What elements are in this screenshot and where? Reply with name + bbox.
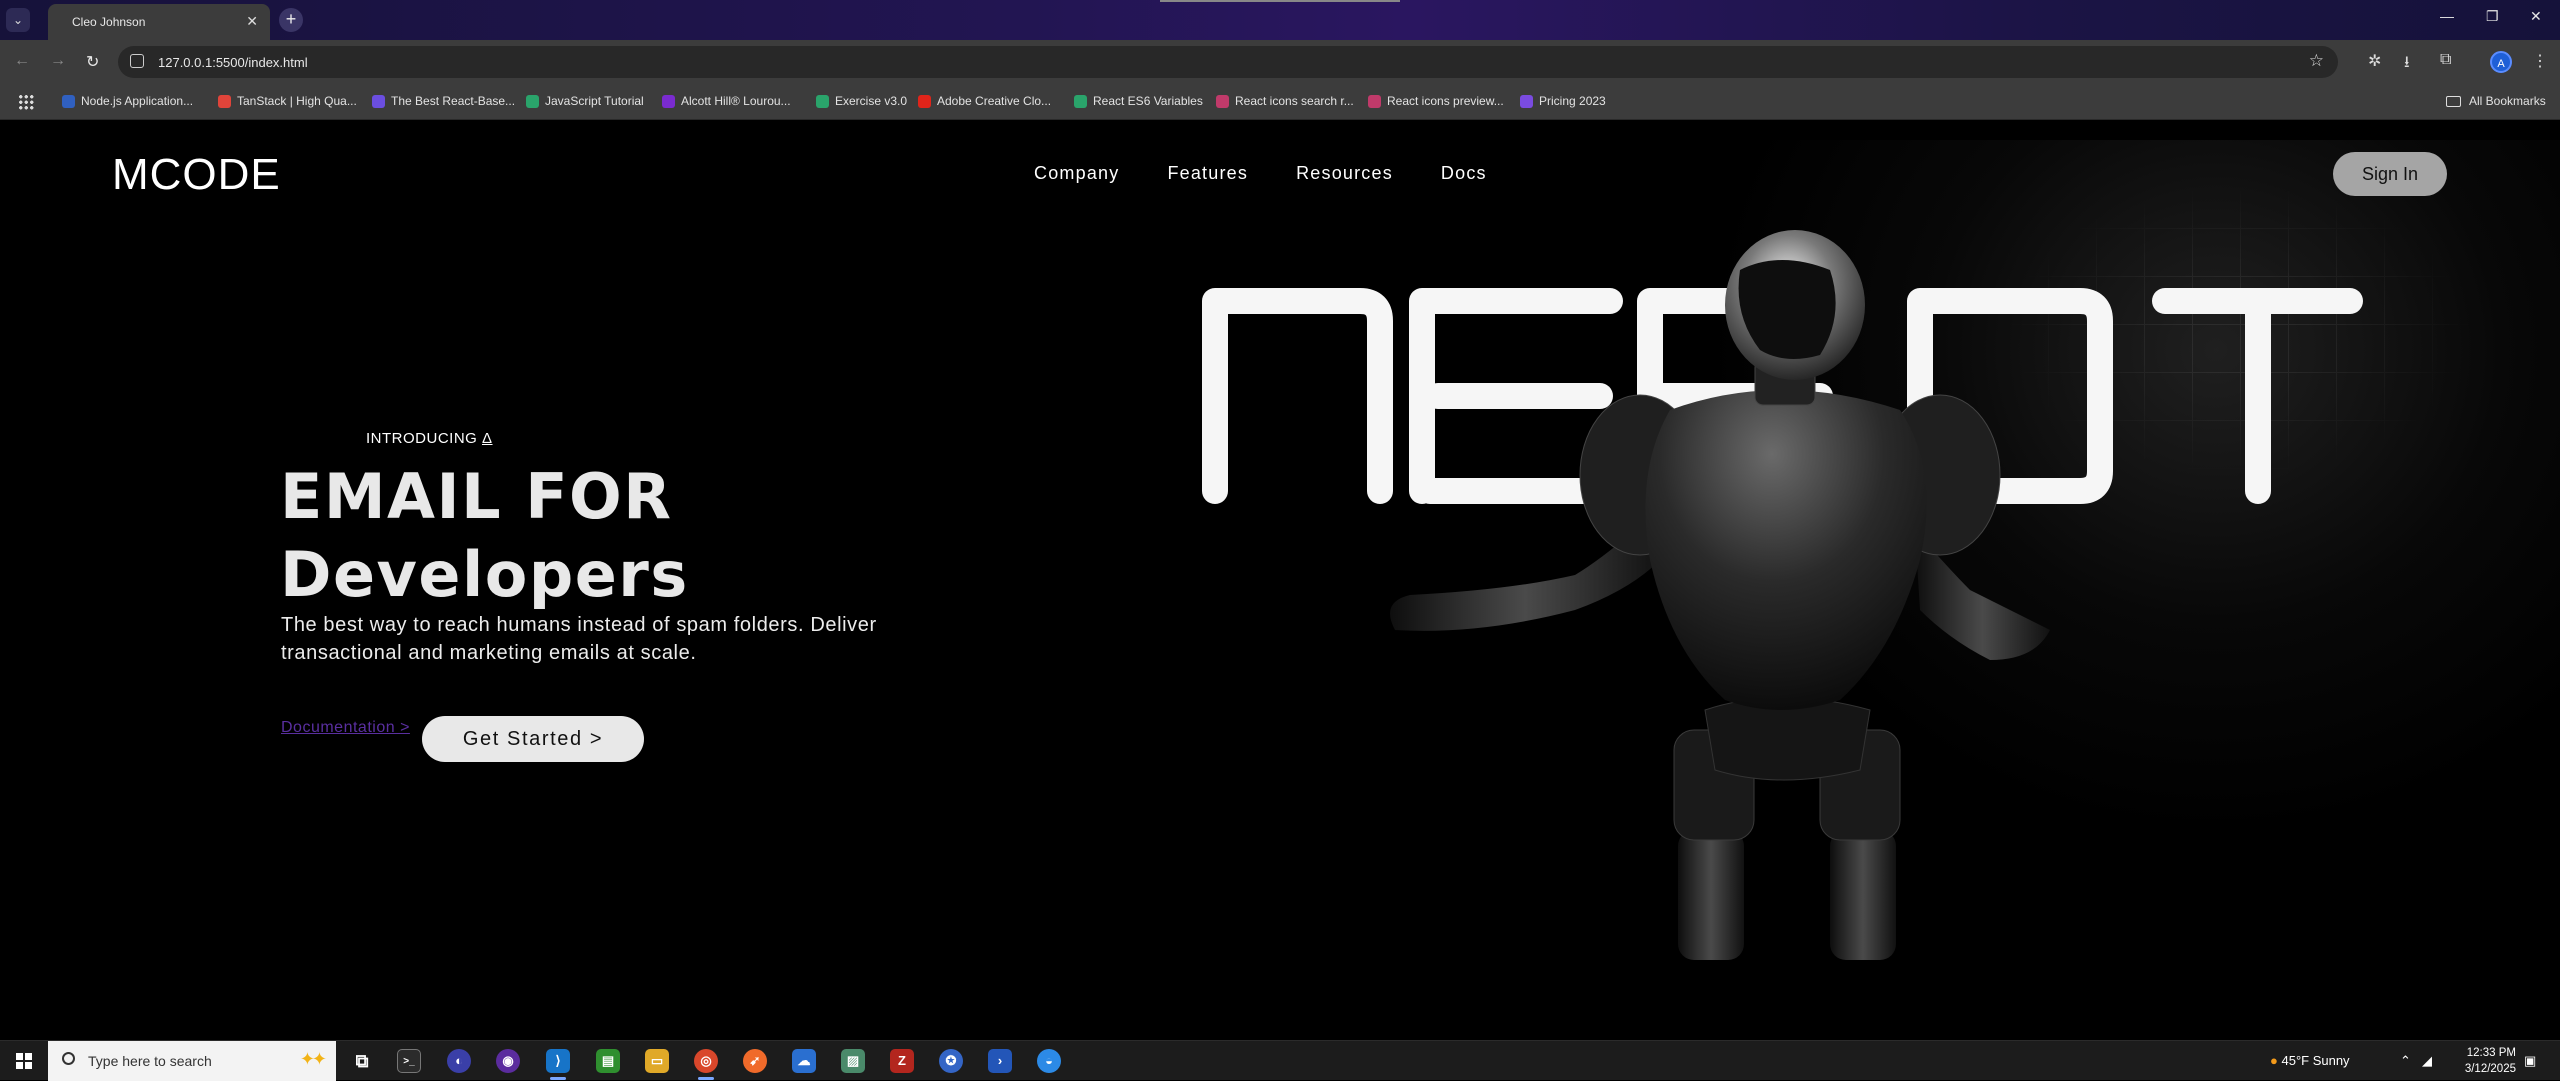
extensions-puzzle-icon[interactable]: ⧉: [2440, 51, 2451, 69]
bookmarks-bar: Node.js Application... TanStack | High Q…: [0, 84, 2560, 120]
address-bar[interactable]: 127.0.0.1:5500/index.html ☆: [118, 46, 2338, 78]
bookmark-favicon-icon: [62, 94, 75, 108]
nav-link-docs[interactable]: Docs: [1441, 163, 1487, 184]
nav-link-features[interactable]: Features: [1167, 163, 1248, 184]
robot-figure: [1390, 230, 2050, 960]
notepad-app-icon[interactable]: ▤: [596, 1049, 620, 1073]
bookmark-item[interactable]: Pricing 2023: [1520, 94, 1606, 108]
bookmark-item[interactable]: JavaScript Tutorial: [526, 94, 644, 108]
bookmark-item[interactable]: React icons preview...: [1368, 94, 1504, 108]
notification-icon[interactable]: ▣: [2524, 1053, 2536, 1069]
bookmark-star-icon[interactable]: ☆: [2309, 51, 2324, 71]
bookmark-favicon-icon: [816, 94, 829, 108]
site-info-icon[interactable]: [130, 54, 144, 68]
bookmark-item[interactable]: The Best React-Base...: [372, 94, 515, 108]
start-windows-icon[interactable]: [16, 1053, 32, 1069]
bookmark-item[interactable]: React ES6 Variables: [1074, 94, 1203, 108]
tab-search-icon[interactable]: ⌄: [6, 8, 30, 32]
tray-chevron-icon[interactable]: ⌃: [2400, 1053, 2411, 1069]
site-logo[interactable]: MCODE: [112, 150, 281, 200]
bookmark-favicon-icon: [1520, 94, 1533, 108]
browser-app-icon[interactable]: ◐: [447, 1049, 471, 1073]
photos-app-icon[interactable]: ▨: [841, 1049, 865, 1073]
minimize-icon[interactable]: —: [2440, 8, 2454, 24]
browser-tabstrip: ⌄ Cleo Johnson ✕ + — ❐ ✕: [0, 0, 2560, 40]
delta-mark: Δ: [482, 430, 493, 447]
bookmark-favicon-icon: [662, 94, 675, 108]
site-nav: Company Features Resources Docs: [1034, 163, 1487, 184]
intro-text: INTRODUCING: [366, 430, 478, 447]
postman-app-icon[interactable]: ➹: [743, 1049, 767, 1073]
bookmark-favicon-icon: [526, 94, 539, 108]
menu-kebab-icon[interactable]: ⋮: [2532, 51, 2548, 71]
bookmark-item[interactable]: Node.js Application...: [62, 94, 193, 108]
bookmark-favicon-icon: [918, 94, 931, 108]
filezilla-app-icon[interactable]: Z: [890, 1049, 914, 1073]
all-bookmarks-button[interactable]: All Bookmarks: [2446, 94, 2546, 108]
cloud-app-icon[interactable]: ☁: [792, 1049, 816, 1073]
nav-link-company[interactable]: Company: [1034, 163, 1119, 184]
webpage: MCODE Company Features Resources Docs Si…: [0, 120, 2560, 1040]
task-view-icon[interactable]: ⧉: [350, 1049, 374, 1073]
weather-sun-icon: ●: [2270, 1053, 2278, 1068]
docker-app-icon[interactable]: ◒: [1037, 1049, 1061, 1073]
window-close-icon[interactable]: ✕: [2530, 8, 2542, 25]
headline-line-2: Developers: [280, 538, 689, 611]
hero-subtitle: The best way to reach humans instead of …: [281, 614, 877, 664]
bookmark-item[interactable]: TanStack | High Qua...: [218, 94, 357, 108]
clock-date: 3/12/2025: [2464, 1063, 2516, 1075]
reload-icon[interactable]: ↻: [86, 52, 99, 72]
get-started-button[interactable]: Get Started >: [422, 716, 644, 762]
hero-headline: EMAIL FOR Developers: [280, 458, 689, 614]
bookmark-favicon-icon: [218, 94, 231, 108]
app-star-icon[interactable]: ✪: [939, 1049, 963, 1073]
sign-in-button[interactable]: Sign In: [2333, 152, 2447, 196]
forward-icon[interactable]: →: [50, 52, 66, 70]
taskbar-search-box[interactable]: Type here to search ✦✦: [48, 1041, 336, 1081]
file-explorer-icon[interactable]: ▭: [645, 1049, 669, 1073]
weather-widget[interactable]: ● 45°F Sunny: [2270, 1053, 2350, 1068]
windows-taskbar: Type here to search ✦✦ ⧉ >_ ◐ ◉ ⟩ ▤ ▭ ◎ …: [0, 1040, 2560, 1081]
terminal-app-icon[interactable]: >_: [397, 1049, 421, 1073]
profile-avatar[interactable]: A: [2490, 51, 2512, 73]
search-highlight-icon: ✦✦: [299, 1049, 327, 1069]
documentation-link[interactable]: Documentation >: [281, 719, 410, 737]
bookmark-item[interactable]: Exercise v3.0: [816, 94, 907, 108]
address-url[interactable]: 127.0.0.1:5500/index.html: [158, 55, 308, 70]
vscode-app-icon[interactable]: ⟩: [546, 1049, 570, 1080]
headline-line-1: EMAIL FOR: [280, 460, 673, 533]
weather-text: 45°F Sunny: [2281, 1053, 2350, 1068]
taskbar-clock[interactable]: 12:33 PM 3/12/2025: [2436, 1045, 2516, 1077]
hero-robot-image: [1202, 230, 2363, 960]
chrome-app-icon[interactable]: ◎: [694, 1049, 718, 1080]
bookmark-item[interactable]: Alcott Hill® Lourou...: [662, 94, 791, 108]
bookmark-item[interactable]: Adobe Creative Clo...: [918, 94, 1051, 108]
folder-icon: [2446, 95, 2461, 107]
github-app-icon[interactable]: ◉: [496, 1049, 520, 1073]
restore-icon[interactable]: ❐: [2486, 8, 2499, 25]
bookmark-favicon-icon: [1074, 94, 1087, 108]
search-icon: [62, 1052, 75, 1065]
browser-tab-active[interactable]: Cleo Johnson ✕: [48, 4, 270, 40]
clock-time: 12:33 PM: [2466, 1047, 2516, 1059]
taskbar-search-placeholder: Type here to search: [88, 1053, 212, 1069]
powershell-app-icon[interactable]: ›: [988, 1049, 1012, 1073]
browser-toolbar: ← → ↻ 127.0.0.1:5500/index.html ☆ ✲ ⭳ ⧉ …: [0, 40, 2560, 84]
bookmark-favicon-icon: [1368, 94, 1381, 108]
extension-gear-icon[interactable]: ✲: [2368, 51, 2381, 71]
tab-title: Cleo Johnson: [72, 15, 146, 29]
window-drag-area: [1160, 0, 1400, 2]
download-icon[interactable]: ⭳: [2404, 51, 2410, 78]
bookmark-favicon-icon: [372, 94, 385, 108]
tab-close-icon[interactable]: ✕: [246, 13, 258, 30]
bookmark-favicon-icon: [1216, 94, 1229, 108]
back-icon[interactable]: ←: [14, 52, 30, 70]
bookmark-item[interactable]: React icons search r...: [1216, 94, 1354, 108]
new-tab-button[interactable]: +: [279, 8, 303, 32]
intro-label: INTRODUCING Δ: [366, 430, 493, 447]
nav-link-resources[interactable]: Resources: [1296, 163, 1393, 184]
apps-grid-icon[interactable]: [18, 94, 34, 110]
network-icon[interactable]: ◢: [2422, 1053, 2432, 1069]
